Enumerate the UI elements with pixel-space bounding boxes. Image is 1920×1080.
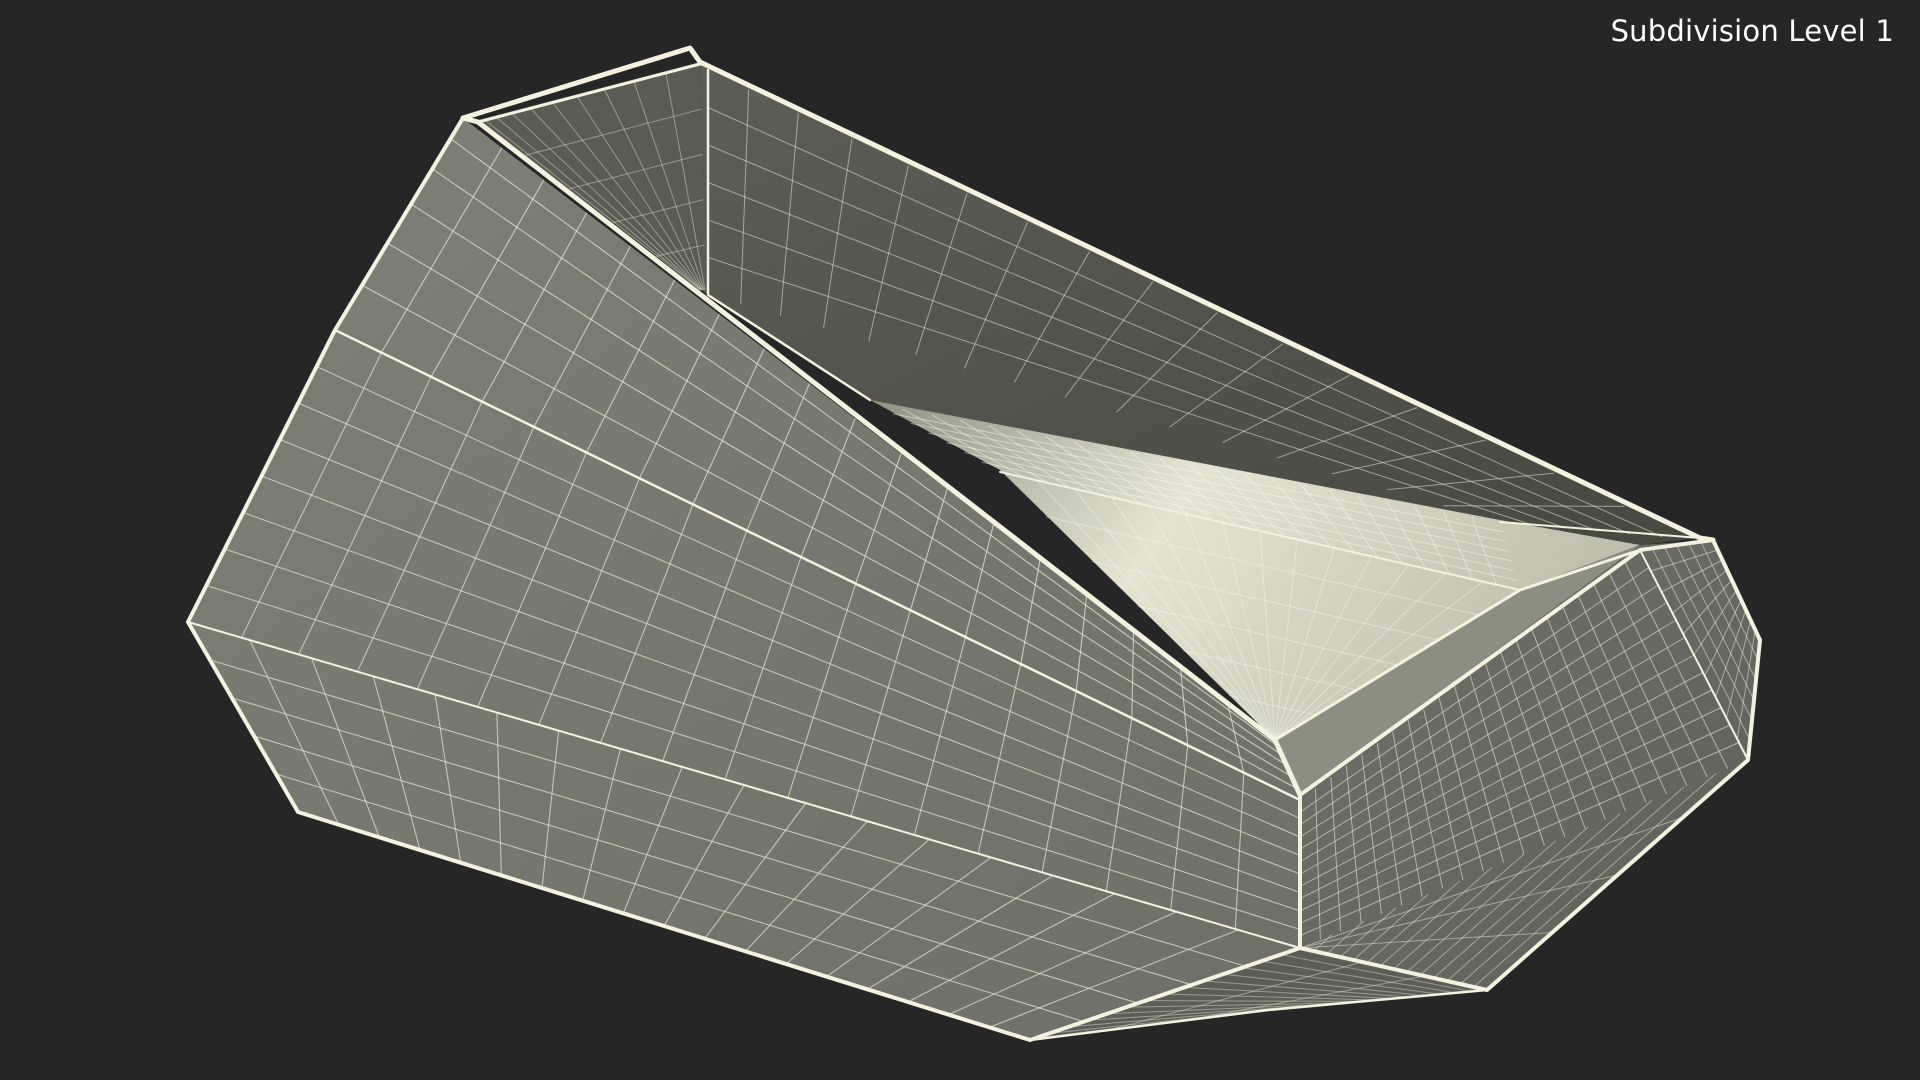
subdivision-level-label: Subdivision Level 1 [1610,14,1894,48]
render-viewport: Subdivision Level 1 [0,0,1920,1080]
model-faces [188,62,1760,1040]
wireframe-chair-model [186,45,1762,1042]
